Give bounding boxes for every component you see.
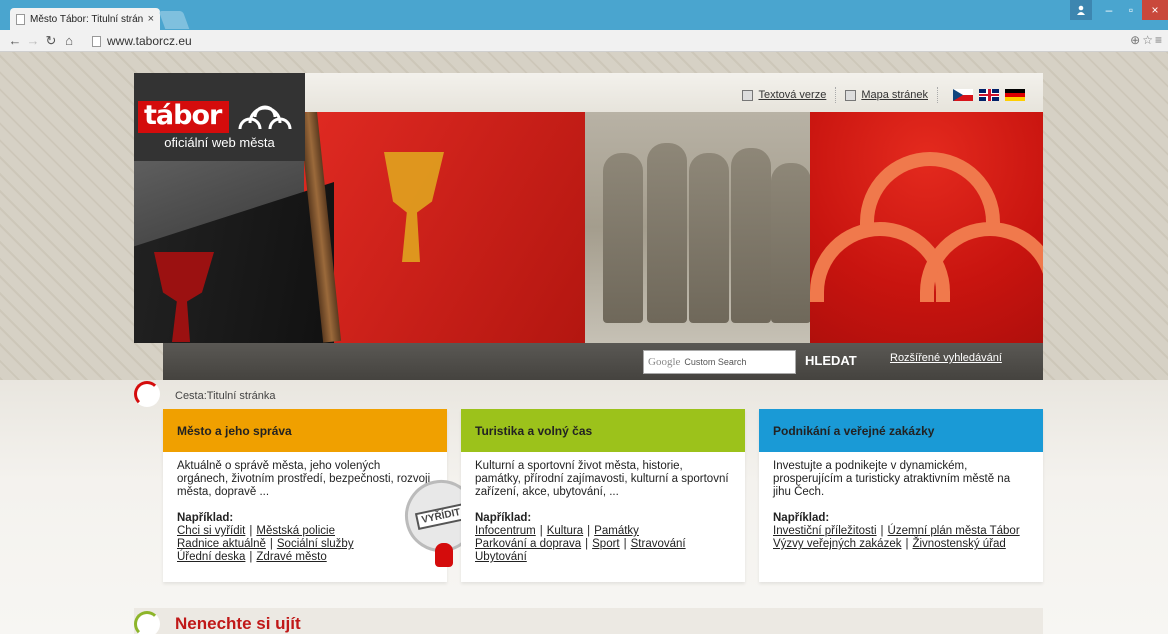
section-description: Kulturní a sportovní život města, histor…	[475, 460, 729, 498]
back-icon[interactable]: ←	[6, 33, 24, 48]
link[interactable]: Sociální služby	[277, 538, 354, 550]
link[interactable]: Městská policie	[256, 525, 335, 537]
text-version-icon	[742, 89, 754, 101]
toolbar-right-icons: ⊕☆≡	[1130, 33, 1164, 47]
browser-tab[interactable]: Město Tábor: Titulní strán ×	[10, 8, 160, 30]
browser-tabbar: Město Tábor: Titulní strán × – ▫ ×	[0, 0, 1168, 30]
text-version-link[interactable]: Textová verze	[758, 89, 826, 101]
section-example-label: Například:	[773, 512, 830, 524]
logo-arches-icon	[238, 105, 292, 130]
search-input[interactable]: Google Custom Search	[643, 350, 796, 374]
maximize-button[interactable]: ▫	[1120, 0, 1142, 20]
google-logo: Google	[648, 356, 681, 368]
forward-icon[interactable]: →	[24, 33, 42, 48]
link[interactable]: Památky	[594, 525, 639, 537]
link[interactable]: Zdravé město	[256, 551, 326, 563]
star-icon[interactable]: ☆	[1142, 33, 1155, 47]
advanced-search-link[interactable]: Rozšířené vyhledávání	[890, 352, 1002, 364]
link[interactable]: Územní plán města Tábor	[888, 525, 1020, 537]
section-example-label: Například:	[475, 512, 532, 524]
home-icon[interactable]: ⌂	[60, 33, 78, 48]
tab-close-icon[interactable]: ×	[148, 13, 154, 25]
site-container: Textová verze Mapa stránek tábor oficiál…	[134, 73, 1043, 634]
section-description: Investujte a podnikejte v dynamickém, pr…	[773, 460, 1011, 498]
link[interactable]: Chci si vyřídit	[177, 525, 245, 537]
menu-icon[interactable]: ≡	[1155, 33, 1164, 47]
banner-fresco-photo	[585, 112, 811, 343]
sitemap-icon	[845, 89, 857, 101]
section-title[interactable]: Podnikání a veřejné zakázky	[759, 409, 1043, 452]
divider	[835, 87, 837, 103]
search-bar: Google Custom Search HLEDAT Rozšířené vy…	[163, 343, 1043, 380]
minimize-button[interactable]: –	[1098, 0, 1120, 20]
badge-label: VYŘÍDIT	[415, 502, 467, 530]
flag-cz-icon[interactable]	[953, 89, 973, 101]
zoom-icon[interactable]: ⊕	[1130, 33, 1142, 47]
close-window-button[interactable]: ×	[1142, 0, 1168, 20]
page-icon	[92, 35, 101, 47]
window-controls: – ▫ ×	[1070, 0, 1168, 20]
bottom-circle-icon	[134, 611, 160, 634]
logo-text: tábor	[138, 101, 230, 133]
site-logo[interactable]: tábor oficiální web města	[134, 73, 305, 161]
search-placeholder: Custom Search	[684, 357, 747, 367]
section-links: Chci si vyřídit | Městská policie Radnice …	[177, 525, 354, 563]
pointer-hand-icon	[435, 543, 453, 567]
bottom-section-title: Nenechte si ujít	[175, 614, 301, 633]
section-example-label: Například:	[177, 512, 234, 524]
section-links: Investiční příležitosti | Územní plán měst…	[773, 525, 1020, 550]
header-topbar: Textová verze Mapa stránek	[305, 73, 1043, 112]
link[interactable]: Infocentrum	[475, 525, 536, 537]
header-links: Textová verze Mapa stránek	[742, 87, 1025, 103]
banner-emblem-photo	[810, 112, 1043, 343]
section-title[interactable]: Turistika a volný čas	[461, 409, 745, 452]
link[interactable]: Výzvy veřejných zakázek	[773, 538, 901, 550]
section-links: Infocentrum | Kultura | Památky Parkování a …	[475, 525, 686, 563]
browser-toolbar: ← → ↻ ⌂ www.taborcz.eu ⊕☆≡	[0, 30, 1168, 52]
url-text: www.taborcz.eu	[107, 34, 192, 48]
reload-icon[interactable]: ↻	[42, 33, 60, 49]
link[interactable]: Ubytování	[475, 551, 527, 563]
search-button[interactable]: HLEDAT	[805, 353, 857, 368]
link[interactable]: Sport	[592, 538, 620, 550]
link[interactable]: Živnostenský úřad	[912, 538, 1005, 550]
section-tourism: Turistika a volný čas Kulturní a sportov…	[461, 409, 745, 582]
flag-gb-icon[interactable]	[979, 89, 999, 101]
link[interactable]: Kultura	[547, 525, 583, 537]
section-business: Podnikání a veřejné zakázky Investujte a…	[759, 409, 1043, 582]
user-icon[interactable]	[1070, 0, 1092, 20]
logo-subtitle: oficiální web města	[164, 135, 275, 150]
divider	[937, 87, 938, 103]
breadcrumb: Cesta:Titulní stránka	[175, 390, 276, 402]
link[interactable]: Parkování a doprava	[475, 538, 581, 550]
sitemap-link[interactable]: Mapa stránek	[861, 89, 928, 101]
section-description: Aktuálně o správě města, jeho volených o…	[177, 460, 431, 498]
breadcrumb-circle-icon	[134, 381, 160, 407]
section-title[interactable]: Město a jeho správa	[163, 409, 447, 452]
page-favicon-icon	[16, 13, 25, 25]
section-city: Město a jeho správa Aktuálně o správě mě…	[163, 409, 484, 582]
new-tab-button[interactable]	[158, 11, 190, 29]
link[interactable]: Stravování	[631, 538, 686, 550]
tab-title: Město Tábor: Titulní strán	[30, 13, 144, 25]
link[interactable]: Úřední deska	[177, 551, 245, 563]
address-bar[interactable]: www.taborcz.eu	[92, 32, 1138, 50]
flag-de-icon[interactable]	[1005, 89, 1025, 101]
link[interactable]: Investiční příležitosti	[773, 525, 877, 537]
link[interactable]: Radnice aktuálně	[177, 538, 266, 550]
